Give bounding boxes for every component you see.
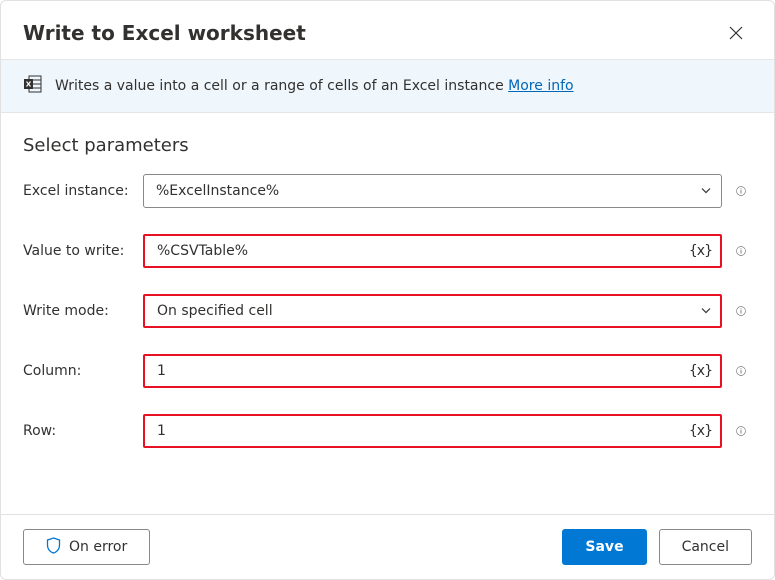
info-button-column[interactable]	[730, 360, 752, 382]
dialog-footer: On error Save Cancel	[1, 514, 774, 579]
info-banner-text: Writes a value into a cell or a range of…	[55, 78, 574, 94]
label-write-mode: Write mode:	[23, 303, 135, 319]
label-value-to-write: Value to write:	[23, 243, 135, 259]
more-info-link[interactable]: More info	[508, 78, 573, 94]
on-error-label: On error	[69, 539, 127, 555]
info-button-excel-instance[interactable]	[730, 180, 752, 202]
info-button-value-to-write[interactable]	[730, 240, 752, 262]
control-excel-instance	[143, 174, 722, 208]
save-label: Save	[585, 539, 623, 555]
section-title: Select parameters	[23, 135, 752, 156]
label-row: Row:	[23, 423, 135, 439]
control-value-to-write: {x}	[143, 234, 722, 268]
control-row: {x}	[143, 414, 722, 448]
info-icon	[736, 182, 746, 200]
info-button-row[interactable]	[730, 420, 752, 442]
dialog-body: Select parameters Excel instance: Value …	[1, 113, 774, 514]
field-row: Row: {x}	[23, 414, 752, 448]
info-icon	[736, 302, 746, 320]
dialog-write-to-excel: Write to Excel worksheet Writes a value …	[0, 0, 775, 580]
control-write-mode	[143, 294, 722, 328]
input-row[interactable]	[143, 414, 722, 448]
info-banner: Writes a value into a cell or a range of…	[1, 59, 774, 113]
field-column: Column: {x}	[23, 354, 752, 388]
field-excel-instance: Excel instance:	[23, 174, 752, 208]
input-value-to-write[interactable]	[143, 234, 722, 268]
input-column[interactable]	[143, 354, 722, 388]
info-icon	[736, 422, 746, 440]
select-excel-instance[interactable]	[143, 174, 722, 208]
dialog-header: Write to Excel worksheet	[1, 1, 774, 59]
control-column: {x}	[143, 354, 722, 388]
info-button-write-mode[interactable]	[730, 300, 752, 322]
info-icon	[736, 242, 746, 260]
close-button[interactable]	[720, 17, 752, 49]
cancel-label: Cancel	[682, 539, 729, 555]
shield-icon	[46, 537, 61, 558]
save-button[interactable]: Save	[562, 529, 646, 565]
close-icon	[729, 26, 743, 40]
on-error-button[interactable]: On error	[23, 529, 150, 565]
info-banner-description: Writes a value into a cell or a range of…	[55, 78, 504, 94]
field-write-mode: Write mode:	[23, 294, 752, 328]
label-excel-instance: Excel instance:	[23, 183, 135, 199]
field-value-to-write: Value to write: {x}	[23, 234, 752, 268]
info-icon	[736, 362, 746, 380]
select-write-mode[interactable]	[143, 294, 722, 328]
excel-icon	[23, 74, 43, 98]
dialog-title: Write to Excel worksheet	[23, 21, 306, 45]
cancel-button[interactable]: Cancel	[659, 529, 752, 565]
label-column: Column:	[23, 363, 135, 379]
